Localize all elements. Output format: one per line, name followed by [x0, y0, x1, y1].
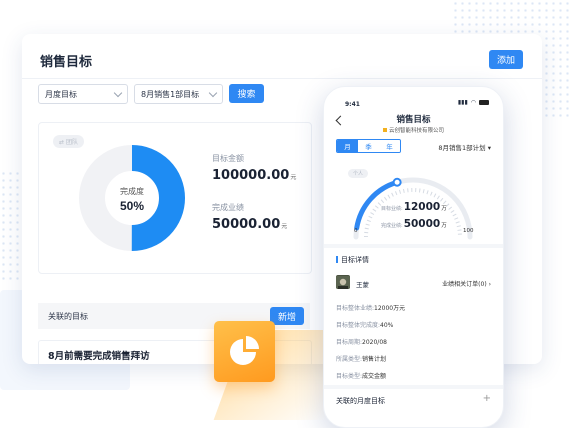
signal-icon: ▮▮▮: [457, 99, 468, 106]
gauge-max: 100: [463, 228, 474, 234]
add-monthly-goal-icon[interactable]: +: [483, 393, 491, 404]
status-time: 9:41: [345, 101, 360, 108]
gauge-target-label: 目标业绩:: [381, 206, 403, 212]
tab-month[interactable]: 月: [337, 140, 358, 152]
search-button[interactable]: 搜索: [229, 84, 264, 103]
plan-select-value: 8月销售1部计划: [438, 144, 486, 152]
company-flag-icon: [382, 128, 387, 132]
detail-row-key: 目标整体业绩:: [336, 305, 375, 312]
pie-chart-icon: [214, 321, 275, 382]
detail-section-title: 目标详情: [336, 255, 369, 265]
gauge-done-row: 完成业绩:50000万: [381, 218, 447, 230]
detail-row: 目标类型:成交金额: [336, 371, 386, 380]
target-amount-unit: 元: [290, 174, 297, 181]
done-amount-unit: 元: [281, 223, 288, 230]
section-accent: [336, 256, 338, 263]
detail-row-key: 目标类型:: [336, 373, 363, 380]
plan-select[interactable]: 8月销售1部计划 ▾: [438, 142, 491, 152]
avatar-image: [336, 276, 350, 289]
detail-row-key: 目标整体完成度:: [336, 322, 381, 329]
detail-row-value: 成交金额: [362, 373, 387, 380]
task-item-text: 8月前需要完成销售拜访: [48, 351, 150, 362]
gauge-target-row: 目标业绩:12000万: [381, 201, 447, 213]
header-divider: [22, 78, 542, 79]
associated-goals-title: 关联的目标: [48, 312, 88, 321]
gauge-target-unit: 万: [441, 206, 447, 212]
phone-title: 销售目标: [396, 115, 431, 125]
section-divider: [324, 244, 503, 248]
gauge-done-value: 50000: [403, 218, 441, 230]
chevron-right-icon: ›: [488, 281, 491, 288]
detail-row-key: 目标周期:: [336, 339, 363, 346]
gauge-knob: [392, 177, 402, 187]
target-amount-number: 100000.00: [212, 168, 290, 183]
person-name: 王蒙: [356, 281, 369, 289]
detail-row-value: 2020/08: [362, 339, 387, 346]
orders-link[interactable]: 业绩相关订单(0) ›: [442, 279, 491, 288]
done-amount-number: 50000.00: [212, 217, 281, 232]
target-amount-label: 目标金额: [212, 154, 244, 163]
caret-down-icon: ▾: [487, 144, 491, 152]
company-name-text: 云创智能科技有限公司: [388, 128, 444, 134]
progress-panel: ⇄ 团队 完成度 50% 目标金额 100000.00元 完成业绩 50000.…: [38, 122, 312, 274]
section-divider: [324, 385, 503, 389]
gauge-done-unit: 万: [441, 223, 447, 229]
target-amount-value: 100000.00元: [212, 168, 296, 183]
detail-row: 所属类型:销售计划: [336, 354, 386, 363]
done-amount-label: 完成业绩: [212, 203, 244, 212]
wifi-icon: ◠: [470, 99, 476, 106]
gauge-target-value: 12000: [403, 201, 441, 213]
target-select-value: 8月销售1部目标: [141, 89, 200, 99]
period-select[interactable]: 月度目标: [38, 84, 128, 104]
pie-chart-glyph: [230, 336, 259, 365]
chevron-down-icon: [113, 88, 123, 98]
battery-icon: [479, 100, 489, 105]
phone-mockup: 9:41 ▮▮▮ ◠ 销售目标 云创智能科技有限公司 月 季 年 8月销售1部计…: [323, 86, 504, 428]
period-tabs: 月 季 年: [336, 139, 401, 153]
detail-row: 目标整体完成度:40%: [336, 320, 393, 329]
detail-section-text: 目标详情: [341, 256, 369, 264]
card-title: 销售目标: [40, 55, 93, 70]
completion-donut: 完成度 50%: [79, 145, 185, 251]
donut-label: 完成度: [120, 186, 144, 196]
detail-row: 目标周期:2020/08: [336, 337, 387, 346]
detail-row-value: 销售计划: [362, 356, 387, 363]
tab-quarter[interactable]: 季: [358, 140, 379, 152]
donut-percent: 50%: [120, 199, 144, 213]
period-select-value: 月度目标: [45, 89, 77, 99]
target-select[interactable]: 8月销售1部目标: [134, 84, 223, 104]
chevron-down-icon: [208, 88, 218, 98]
add-button[interactable]: 添加: [489, 50, 523, 69]
orders-link-text: 业绩相关订单(0): [442, 281, 487, 288]
detail-row: 目标整体业绩:12000万元: [336, 303, 405, 312]
gauge-min: 0: [354, 228, 358, 234]
detail-row-value: 40%: [380, 322, 394, 329]
detail-row-value: 12000万元: [374, 305, 406, 312]
monthly-goals-title: 关联的月度目标: [336, 397, 385, 405]
avatar: [336, 275, 350, 289]
gauge-done-label: 完成业绩:: [381, 223, 403, 229]
gauge-tag: 个人: [348, 169, 369, 178]
tab-year[interactable]: 年: [379, 140, 400, 152]
done-amount-value: 50000.00元: [212, 217, 287, 232]
company-name: 云创智能科技有限公司: [324, 126, 503, 134]
detail-row-key: 所属类型:: [336, 356, 363, 363]
status-icons: ▮▮▮ ◠: [458, 99, 489, 106]
new-goal-button[interactable]: 新增: [270, 307, 304, 325]
